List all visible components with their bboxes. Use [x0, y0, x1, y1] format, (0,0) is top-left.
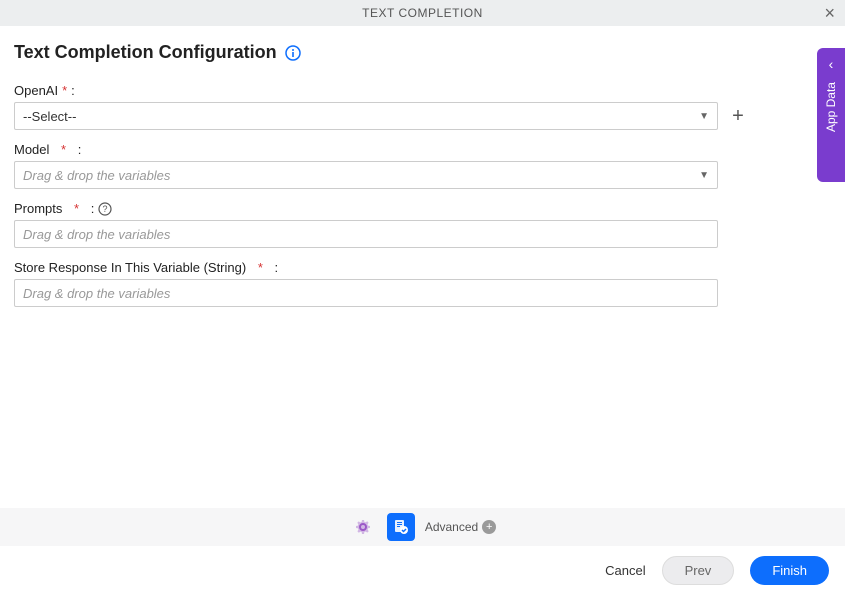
openai-select-value: --Select-- — [23, 109, 699, 124]
advanced-label-text: Advanced — [425, 520, 478, 534]
required-mark: * — [61, 142, 66, 157]
openai-select[interactable]: --Select-- ▼ — [14, 102, 718, 130]
chevron-down-icon: ▼ — [699, 111, 709, 122]
add-openai-button[interactable]: + — [726, 104, 750, 128]
info-icon[interactable] — [285, 45, 301, 61]
colon: : — [78, 142, 82, 157]
openai-field: OpenAI *: --Select-- ▼ + — [14, 83, 831, 130]
form-body: Text Completion Configuration OpenAI *: -… — [0, 26, 845, 307]
page-title: Text Completion Configuration — [14, 42, 277, 63]
store-response-input[interactable]: Drag & drop the variables — [14, 279, 718, 307]
store-response-placeholder: Drag & drop the variables — [23, 286, 170, 301]
prompts-field: Prompts * : ? Drag & drop the variables — [14, 201, 831, 248]
chevron-down-icon: ▼ — [699, 170, 709, 181]
close-icon[interactable]: × — [824, 4, 835, 22]
plus-circle-icon: + — [482, 520, 496, 534]
prompts-placeholder: Drag & drop the variables — [23, 227, 170, 242]
model-placeholder: Drag & drop the variables — [23, 168, 699, 183]
advanced-toggle[interactable]: Advanced + — [425, 520, 496, 534]
dialog-title: TEXT COMPLETION — [362, 6, 483, 20]
finish-button[interactable]: Finish — [750, 556, 829, 585]
model-label-text: Model — [14, 142, 49, 157]
store-response-label: Store Response In This Variable (String)… — [14, 260, 831, 275]
svg-text:?: ? — [103, 204, 108, 214]
store-response-field: Store Response In This Variable (String)… — [14, 260, 831, 307]
page-title-row: Text Completion Configuration — [14, 42, 831, 63]
store-response-label-text: Store Response In This Variable (String) — [14, 260, 246, 275]
required-mark: * — [258, 260, 263, 275]
required-mark: * — [74, 201, 79, 216]
colon: : — [91, 201, 95, 216]
colon: : — [275, 260, 279, 275]
model-label: Model * : — [14, 142, 831, 157]
prompts-input[interactable]: Drag & drop the variables — [14, 220, 718, 248]
app-data-tab[interactable]: ‹ App Data — [817, 48, 845, 182]
model-select[interactable]: Drag & drop the variables ▼ — [14, 161, 718, 189]
prompts-label: Prompts * : ? — [14, 201, 831, 216]
prev-button[interactable]: Prev — [662, 556, 735, 585]
prompts-label-text: Prompts — [14, 201, 62, 216]
openai-label-text: OpenAI — [14, 83, 58, 98]
dialog-header: TEXT COMPLETION × — [0, 0, 845, 26]
toolbar: Advanced + — [0, 508, 845, 546]
document-check-icon[interactable] — [387, 513, 415, 541]
colon: : — [71, 83, 75, 98]
openai-row: --Select-- ▼ + — [14, 102, 831, 130]
gear-icon[interactable] — [349, 513, 377, 541]
footer: Cancel Prev Finish — [0, 546, 845, 594]
app-data-label: App Data — [824, 82, 838, 132]
model-field: Model * : Drag & drop the variables ▼ — [14, 142, 831, 189]
cancel-button[interactable]: Cancel — [605, 563, 645, 578]
help-icon[interactable]: ? — [98, 202, 112, 216]
openai-label: OpenAI *: — [14, 83, 831, 98]
required-mark: * — [62, 83, 67, 98]
chevron-left-icon: ‹ — [829, 56, 834, 72]
